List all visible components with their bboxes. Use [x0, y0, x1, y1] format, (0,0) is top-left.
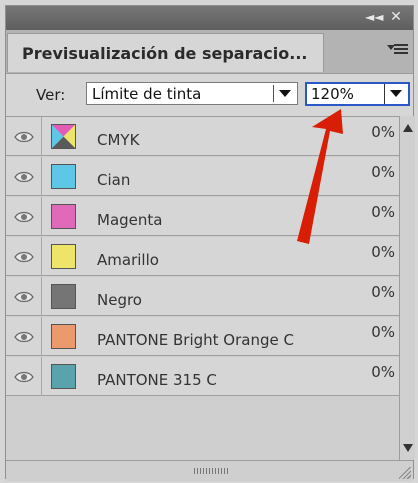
separation-row[interactable]: CMYK 0%: [6, 117, 399, 156]
separations-preview-panel: ◄◄ ✕ Previsualización de separacio... Ve…: [5, 5, 415, 481]
panel-grip-handle[interactable]: [194, 468, 230, 474]
tab-separations-preview[interactable]: Previsualización de separacio...: [7, 33, 324, 72]
chevron-down-icon[interactable]: [390, 90, 402, 97]
visibility-toggle[interactable]: [6, 117, 42, 156]
panel-footer: [6, 460, 413, 481]
separation-percent: 0%: [371, 123, 395, 141]
eye-icon[interactable]: [14, 291, 34, 303]
separation-name: PANTONE 315 C: [97, 371, 217, 389]
panel-menu-icon: [394, 44, 408, 46]
separation-name: Magenta: [97, 211, 163, 229]
separation-name: Amarillo: [97, 251, 159, 269]
color-swatch: [51, 244, 76, 269]
eye-icon[interactable]: [14, 131, 34, 143]
visibility-toggle[interactable]: [6, 237, 42, 276]
panel-menu-button[interactable]: [387, 40, 411, 62]
chevron-down-icon[interactable]: [279, 90, 291, 97]
visibility-toggle[interactable]: [6, 357, 42, 396]
ink-limit-value[interactable]: 120%: [311, 85, 354, 103]
view-controls: Ver: Límite de tinta 120%: [6, 73, 413, 115]
dropdown-divider: [273, 85, 274, 102]
separation-row[interactable]: Magenta 0%: [6, 197, 399, 236]
separation-row[interactable]: Amarillo 0%: [6, 237, 399, 276]
color-swatch: [51, 164, 76, 189]
separation-name: Cian: [97, 171, 131, 189]
color-swatch: [51, 324, 76, 349]
view-mode-dropdown[interactable]: Límite de tinta: [86, 82, 298, 105]
visibility-toggle[interactable]: [6, 197, 42, 236]
separation-row[interactable]: Cian 0%: [6, 157, 399, 196]
scroll-up-icon[interactable]: [403, 124, 413, 132]
separation-percent: 0%: [371, 283, 395, 301]
eye-icon[interactable]: [14, 211, 34, 223]
separation-percent: 0%: [371, 163, 395, 181]
eye-icon[interactable]: [14, 371, 34, 383]
color-swatch: [51, 124, 76, 149]
separation-row[interactable]: PANTONE 315 C 0%: [6, 357, 399, 396]
visibility-toggle[interactable]: [6, 157, 42, 196]
panel-tab-title: Previsualización de separacio...: [22, 44, 308, 63]
collapse-panel-button[interactable]: ◄◄: [365, 8, 383, 26]
eye-icon[interactable]: [14, 331, 34, 343]
view-label: Ver:: [36, 86, 66, 104]
separation-name: CMYK: [97, 131, 140, 149]
color-swatch: [51, 204, 76, 229]
color-swatch: [51, 364, 76, 389]
resize-handle-icon[interactable]: [399, 467, 411, 479]
separation-percent: 0%: [371, 203, 395, 221]
list-scrollbar[interactable]: [399, 116, 415, 460]
combobox-divider: [384, 84, 385, 104]
separation-name: PANTONE Bright Orange C: [97, 331, 294, 349]
panel-tab-bar: Previsualización de separacio...: [6, 30, 413, 74]
separation-row[interactable]: Negro 0%: [6, 277, 399, 316]
scroll-down-icon[interactable]: [403, 444, 413, 452]
eye-icon[interactable]: [14, 171, 34, 183]
separations-list: CMYK 0% Cian 0% Magenta 0% Amarillo 0% Negro 0% PA…: [6, 116, 399, 479]
close-panel-button[interactable]: ✕: [387, 8, 405, 26]
ink-limit-combobox[interactable]: 120%: [305, 82, 410, 106]
separation-percent: 0%: [371, 363, 395, 381]
visibility-toggle[interactable]: [6, 317, 42, 356]
separation-row[interactable]: PANTONE Bright Orange C 0%: [6, 317, 399, 356]
color-swatch: [51, 284, 76, 309]
separation-name: Negro: [97, 291, 142, 309]
view-mode-value: Límite de tinta: [92, 85, 202, 103]
cmyk-swatch-icon: [52, 125, 75, 148]
separation-percent: 0%: [371, 323, 395, 341]
separation-percent: 0%: [371, 243, 395, 261]
eye-icon[interactable]: [14, 251, 34, 263]
visibility-toggle[interactable]: [6, 277, 42, 316]
panel-title-bar[interactable]: ◄◄ ✕: [6, 6, 413, 30]
